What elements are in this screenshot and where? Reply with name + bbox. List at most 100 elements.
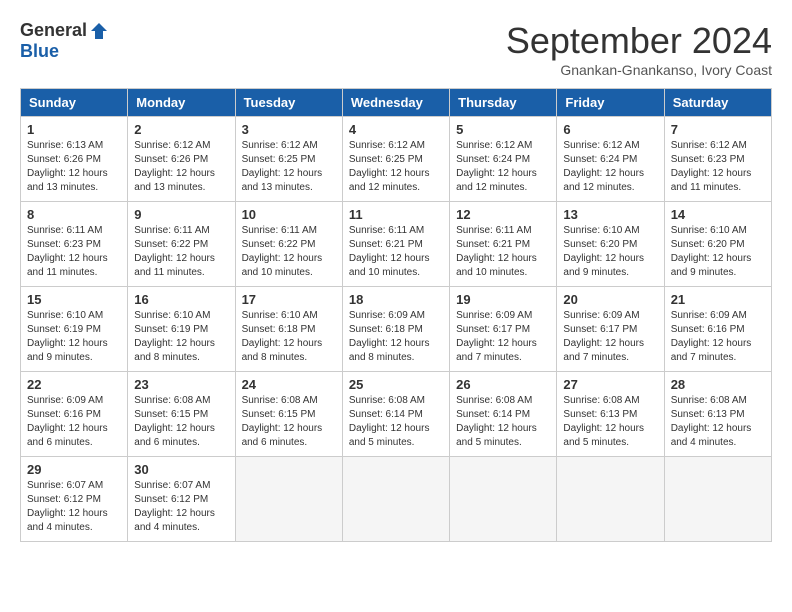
table-row: 29 Sunrise: 6:07 AMSunset: 6:12 PMDayligh… [21, 457, 128, 542]
calendar-week-row: 8 Sunrise: 6:11 AMSunset: 6:23 PMDaylight… [21, 202, 772, 287]
day-number: 15 [27, 292, 121, 307]
table-row: 7 Sunrise: 6:12 AMSunset: 6:23 PMDaylight… [664, 117, 771, 202]
day-number: 23 [134, 377, 228, 392]
day-info: Sunrise: 6:09 AMSunset: 6:17 PMDaylight:… [563, 309, 657, 365]
table-row: 22 Sunrise: 6:09 AMSunset: 6:16 PMDayligh… [21, 372, 128, 457]
table-row [664, 457, 771, 542]
day-info: Sunrise: 6:07 AMSunset: 6:12 PMDaylight:… [27, 479, 121, 535]
header-sunday: Sunday [21, 89, 128, 117]
day-info: Sunrise: 6:08 AMSunset: 6:13 PMDaylight:… [563, 394, 657, 450]
day-info: Sunrise: 6:11 AMSunset: 6:23 PMDaylight:… [27, 224, 121, 280]
day-number: 29 [27, 462, 121, 477]
table-row: 15 Sunrise: 6:10 AMSunset: 6:19 PMDayligh… [21, 287, 128, 372]
header-monday: Monday [128, 89, 235, 117]
day-info: Sunrise: 6:12 AMSunset: 6:25 PMDaylight:… [242, 139, 336, 195]
day-number: 4 [349, 122, 443, 137]
header-friday: Friday [557, 89, 664, 117]
calendar-week-row: 15 Sunrise: 6:10 AMSunset: 6:19 PMDayligh… [21, 287, 772, 372]
calendar-header-row: Sunday Monday Tuesday Wednesday Thursday… [21, 89, 772, 117]
day-info: Sunrise: 6:10 AMSunset: 6:20 PMDaylight:… [671, 224, 765, 280]
day-number: 7 [671, 122, 765, 137]
day-number: 3 [242, 122, 336, 137]
logo: General Blue [20, 20, 109, 62]
day-info: Sunrise: 6:11 AMSunset: 6:22 PMDaylight:… [242, 224, 336, 280]
day-info: Sunrise: 6:11 AMSunset: 6:21 PMDaylight:… [349, 224, 443, 280]
table-row: 27 Sunrise: 6:08 AMSunset: 6:13 PMDayligh… [557, 372, 664, 457]
table-row: 12 Sunrise: 6:11 AMSunset: 6:21 PMDayligh… [450, 202, 557, 287]
day-number: 24 [242, 377, 336, 392]
table-row: 18Sunrise: 6:09 AMSunset: 6:18 PMDayligh… [342, 287, 449, 372]
table-row: 21 Sunrise: 6:09 AMSunset: 6:16 PMDayligh… [664, 287, 771, 372]
day-number: 13 [563, 207, 657, 222]
day-info: Sunrise: 6:12 AMSunset: 6:23 PMDaylight:… [671, 139, 765, 195]
table-row: 5 Sunrise: 6:12 AMSunset: 6:24 PMDaylight… [450, 117, 557, 202]
day-info: Sunrise: 6:09 AMSunset: 6:16 PMDaylight:… [27, 394, 121, 450]
day-info: Sunrise: 6:08 AMSunset: 6:14 PMDaylight:… [456, 394, 550, 450]
day-info: Sunrise: 6:10 AMSunset: 6:19 PMDaylight:… [134, 309, 228, 365]
day-number: 18 [349, 292, 443, 307]
table-row: 2Sunrise: 6:12 AMSunset: 6:26 PMDaylight… [128, 117, 235, 202]
day-number: 21 [671, 292, 765, 307]
calendar-week-row: 22 Sunrise: 6:09 AMSunset: 6:16 PMDayligh… [21, 372, 772, 457]
day-number: 26 [456, 377, 550, 392]
calendar-week-row: 1 Sunrise: 6:13 AMSunset: 6:26 PMDaylight… [21, 117, 772, 202]
table-row: 20 Sunrise: 6:09 AMSunset: 6:17 PMDayligh… [557, 287, 664, 372]
day-number: 16 [134, 292, 228, 307]
day-number: 8 [27, 207, 121, 222]
table-row: 4 Sunrise: 6:12 AMSunset: 6:25 PMDaylight… [342, 117, 449, 202]
table-row: 14 Sunrise: 6:10 AMSunset: 6:20 PMDayligh… [664, 202, 771, 287]
day-info: Sunrise: 6:09 AMSunset: 6:16 PMDaylight:… [671, 309, 765, 365]
table-row: 16 Sunrise: 6:10 AMSunset: 6:19 PMDayligh… [128, 287, 235, 372]
day-info: Sunrise: 6:09 AMSunset: 6:17 PMDaylight:… [456, 309, 550, 365]
day-number: 5 [456, 122, 550, 137]
day-info: Sunrise: 6:12 AMSunset: 6:24 PMDaylight:… [456, 139, 550, 195]
header-thursday: Thursday [450, 89, 557, 117]
day-number: 1 [27, 122, 121, 137]
day-info: Sunrise: 6:10 AMSunset: 6:18 PMDaylight:… [242, 309, 336, 365]
calendar-week-row: 29 Sunrise: 6:07 AMSunset: 6:12 PMDayligh… [21, 457, 772, 542]
day-info: Sunrise: 6:12 AMSunset: 6:24 PMDaylight:… [563, 139, 657, 195]
title-section: September 2024 Gnankan-Gnankanso, Ivory … [506, 20, 772, 78]
day-number: 12 [456, 207, 550, 222]
table-row: 3 Sunrise: 6:12 AMSunset: 6:25 PMDaylight… [235, 117, 342, 202]
day-info: Sunrise: 6:13 AMSunset: 6:26 PMDaylight:… [27, 139, 121, 195]
day-number: 20 [563, 292, 657, 307]
table-row: 6 Sunrise: 6:12 AMSunset: 6:24 PMDaylight… [557, 117, 664, 202]
table-row: 13 Sunrise: 6:10 AMSunset: 6:20 PMDayligh… [557, 202, 664, 287]
page-header: General Blue September 2024 Gnankan-Gnan… [20, 20, 772, 78]
calendar-table: Sunday Monday Tuesday Wednesday Thursday… [20, 88, 772, 542]
day-info: Sunrise: 6:08 AMSunset: 6:15 PMDaylight:… [134, 394, 228, 450]
table-row: 25Sunrise: 6:08 AMSunset: 6:14 PMDayligh… [342, 372, 449, 457]
day-number: 25 [349, 377, 443, 392]
table-row: 9Sunrise: 6:11 AMSunset: 6:22 PMDaylight… [128, 202, 235, 287]
day-number: 22 [27, 377, 121, 392]
logo-icon [89, 21, 109, 41]
day-number: 9 [134, 207, 228, 222]
day-number: 11 [349, 207, 443, 222]
table-row: 10 Sunrise: 6:11 AMSunset: 6:22 PMDayligh… [235, 202, 342, 287]
table-row [235, 457, 342, 542]
table-row: 26 Sunrise: 6:08 AMSunset: 6:14 PMDayligh… [450, 372, 557, 457]
table-row: 1 Sunrise: 6:13 AMSunset: 6:26 PMDaylight… [21, 117, 128, 202]
month-title: September 2024 [506, 20, 772, 62]
day-info: Sunrise: 6:10 AMSunset: 6:20 PMDaylight:… [563, 224, 657, 280]
table-row: 11 Sunrise: 6:11 AMSunset: 6:21 PMDayligh… [342, 202, 449, 287]
day-info: Sunrise: 6:11 AMSunset: 6:21 PMDaylight:… [456, 224, 550, 280]
day-number: 14 [671, 207, 765, 222]
day-info: Sunrise: 6:08 AMSunset: 6:15 PMDaylight:… [242, 394, 336, 450]
day-info: Sunrise: 6:10 AMSunset: 6:19 PMDaylight:… [27, 309, 121, 365]
table-row [557, 457, 664, 542]
day-number: 27 [563, 377, 657, 392]
table-row [450, 457, 557, 542]
day-info: Sunrise: 6:12 AMSunset: 6:25 PMDaylight:… [349, 139, 443, 195]
logo-blue: Blue [20, 41, 59, 62]
table-row: 8 Sunrise: 6:11 AMSunset: 6:23 PMDaylight… [21, 202, 128, 287]
table-row: 23 Sunrise: 6:08 AMSunset: 6:15 PMDayligh… [128, 372, 235, 457]
day-number: 6 [563, 122, 657, 137]
location-subtitle: Gnankan-Gnankanso, Ivory Coast [506, 62, 772, 78]
day-number: 30 [134, 462, 228, 477]
day-number: 10 [242, 207, 336, 222]
table-row: 28Sunrise: 6:08 AMSunset: 6:13 PMDayligh… [664, 372, 771, 457]
day-info: Sunrise: 6:12 AMSunset: 6:26 PMDaylight:… [134, 139, 228, 195]
logo-general: General [20, 20, 87, 41]
